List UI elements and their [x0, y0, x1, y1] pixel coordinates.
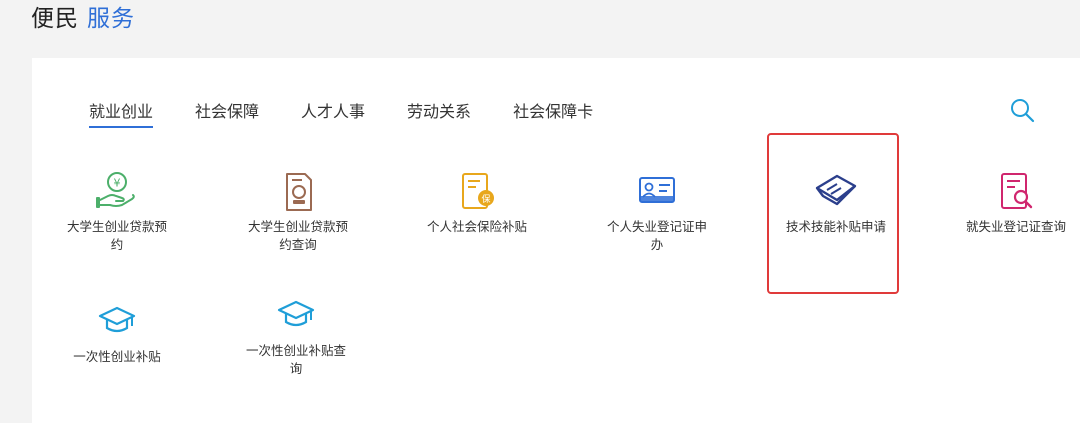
tab-social-security[interactable]: 社会保障 — [195, 100, 259, 128]
search-icon — [1011, 99, 1035, 123]
service-label: 就失业登记证查询 — [965, 219, 1066, 234]
service-one-time-startup-subsidy-query[interactable]: 一次性创业补贴查询 — [231, 294, 361, 378]
page-title-accent: 服务 — [87, 6, 135, 32]
handshake-card-icon — [815, 174, 857, 206]
page-title-plain: 便民 — [31, 6, 79, 32]
service-label: 一次性创业补贴查询 — [245, 343, 346, 376]
insurance-document-icon: 保 — [462, 173, 494, 209]
service-label: 个人社会保险补贴 — [426, 219, 527, 234]
document-search-icon — [1001, 173, 1033, 209]
service-label: 个人失业登记证申办 — [606, 219, 707, 252]
service-label: 大学生创业贷款预约 — [66, 219, 167, 252]
service-college-loan-booking[interactable]: ¥ 大学生创业贷款预约 — [52, 170, 182, 254]
document-stamp-icon — [286, 173, 312, 211]
id-card-icon — [639, 177, 675, 203]
svg-text:¥: ¥ — [114, 177, 121, 190]
service-label: 一次性创业补贴 — [73, 349, 161, 364]
service-one-time-startup-subsidy[interactable]: 一次性创业补贴 — [52, 300, 182, 366]
service-label: 大学生创业贷款预约查询 — [247, 219, 348, 252]
service-unemployment-cert-apply[interactable]: 个人失业登记证申办 — [592, 170, 722, 254]
service-employment-cert-query[interactable]: 就失业登记证查询 — [951, 170, 1080, 236]
tab-labor-relations[interactable]: 劳动关系 — [407, 100, 471, 128]
tab-talent-personnel[interactable]: 人才人事 — [301, 100, 365, 128]
service-label: 技术技能补贴申请 — [785, 219, 886, 234]
page-title: 便民 服务 — [31, 4, 135, 34]
graduation-cap-icon — [98, 306, 136, 333]
service-college-loan-query[interactable]: 大学生创业贷款预约查询 — [233, 170, 363, 254]
search-button[interactable] — [1008, 96, 1036, 124]
hand-yen-icon: ¥ — [96, 172, 135, 208]
service-personal-insurance-subsidy[interactable]: 保 个人社会保险补贴 — [412, 170, 542, 236]
graduation-cap-icon — [277, 300, 315, 327]
svg-text:保: 保 — [481, 193, 490, 205]
category-tabs: 就业创业 社会保障 人才人事 劳动关系 社会保障卡 — [89, 100, 593, 128]
service-skills-subsidy-apply[interactable]: 技术技能补贴申请 — [771, 170, 901, 236]
tab-employment[interactable]: 就业创业 — [89, 100, 154, 128]
services-panel: 就业创业 社会保障 人才人事 劳动关系 社会保障卡 ¥ 大学生创业贷款预约 大学… — [32, 58, 1080, 423]
tab-social-security-card[interactable]: 社会保障卡 — [513, 100, 593, 128]
